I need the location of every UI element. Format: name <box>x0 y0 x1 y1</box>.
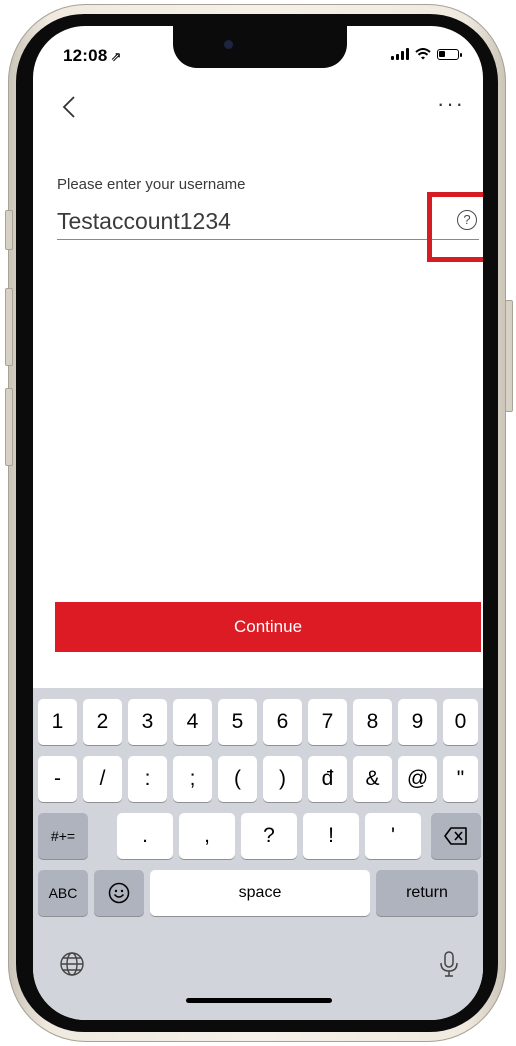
key[interactable]: 5 <box>218 699 257 745</box>
location-arrow-icon: ⇗ <box>110 49 122 64</box>
key[interactable]: . <box>117 813 173 859</box>
key[interactable]: 6 <box>263 699 302 745</box>
status-icons <box>391 48 462 60</box>
key[interactable]: ; <box>173 756 212 802</box>
home-indicator <box>186 998 332 1003</box>
key[interactable]: 3 <box>128 699 167 745</box>
key[interactable]: 8 <box>353 699 392 745</box>
power-button <box>505 300 513 412</box>
globe-icon[interactable] <box>59 951 85 977</box>
username-input[interactable]: Testaccount1234 <box>57 208 231 235</box>
silent-switch <box>5 210 13 250</box>
abc-mode-key[interactable]: ABC <box>38 870 88 916</box>
phone-screen: 12:08 ⇗ ··· Please enter your username Te… <box>33 26 483 1020</box>
key[interactable]: 9 <box>398 699 437 745</box>
volume-up-button <box>5 288 13 366</box>
key[interactable]: : <box>128 756 167 802</box>
front-camera <box>224 40 233 49</box>
username-input-underline <box>57 239 479 240</box>
numeric-keyboard: 1 2 3 4 5 6 7 8 9 0 - / : ; ( ) đ & @ " … <box>33 688 483 1020</box>
key[interactable]: ' <box>365 813 421 859</box>
key[interactable]: & <box>353 756 392 802</box>
emoji-key[interactable] <box>94 870 144 916</box>
cellular-signal-icon <box>391 48 409 60</box>
more-options-button[interactable]: ··· <box>437 93 465 115</box>
key[interactable]: 0 <box>443 699 478 745</box>
symbols-mode-key[interactable]: #+= <box>38 813 88 859</box>
key[interactable]: / <box>83 756 122 802</box>
continue-button[interactable]: Continue <box>55 602 481 652</box>
key[interactable]: @ <box>398 756 437 802</box>
battery-icon <box>437 48 462 60</box>
key[interactable]: ! <box>303 813 359 859</box>
return-key[interactable]: return <box>376 870 478 916</box>
key[interactable]: ( <box>218 756 257 802</box>
backspace-icon <box>444 827 467 845</box>
key[interactable]: ? <box>241 813 297 859</box>
microphone-icon[interactable] <box>439 950 459 978</box>
key[interactable]: - <box>38 756 77 802</box>
volume-down-button <box>5 388 13 466</box>
backspace-key[interactable] <box>431 813 481 859</box>
back-chevron-icon[interactable] <box>55 92 85 122</box>
key[interactable]: , <box>179 813 235 859</box>
key[interactable]: 2 <box>83 699 122 745</box>
status-time: 12:08 ⇗ <box>63 46 122 65</box>
emoji-icon <box>108 882 130 904</box>
space-key[interactable]: space <box>150 870 370 916</box>
key[interactable]: 7 <box>308 699 347 745</box>
help-icon-highlight-box <box>427 192 483 262</box>
username-prompt-label: Please enter your username <box>57 176 246 193</box>
key[interactable]: 4 <box>173 699 212 745</box>
key[interactable]: " <box>443 756 478 802</box>
key[interactable]: đ <box>308 756 347 802</box>
wifi-icon <box>415 48 431 60</box>
key[interactable]: ) <box>263 756 302 802</box>
notch <box>173 26 347 68</box>
key[interactable]: 1 <box>38 699 77 745</box>
